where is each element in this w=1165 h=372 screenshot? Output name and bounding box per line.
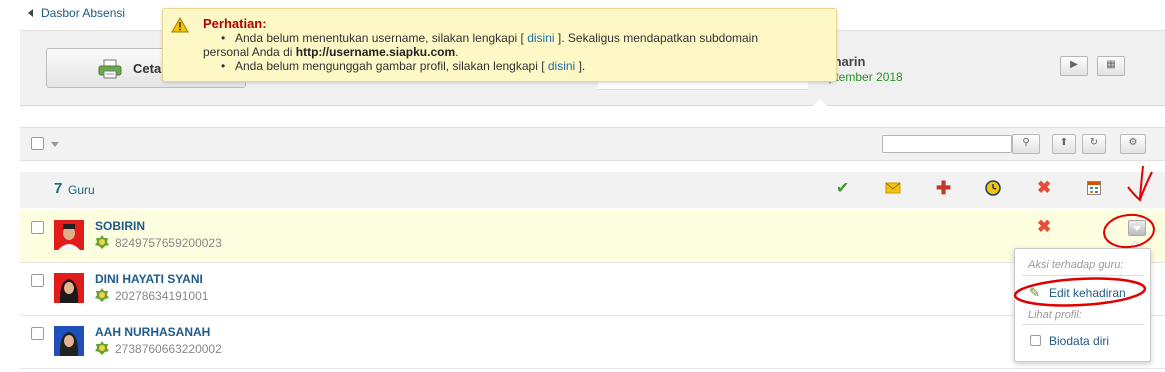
ministry-badge-icon [95,235,109,249]
menu-divider [1022,324,1144,325]
menu-item-edit-attendance[interactable]: Edit kehadiran [1049,286,1126,300]
sort-up-button[interactable]: ⬆ [1052,134,1076,154]
select-all-checkbox[interactable] [31,137,44,150]
teacher-count: 7 [54,180,63,197]
printer-icon [98,59,122,79]
calendar-button[interactable]: ▦ [1097,56,1125,76]
search-button[interactable]: ⚲ [1012,134,1040,154]
username-link[interactable]: disini [527,31,554,45]
print-label: Ceta [133,61,162,76]
calendar-icon: ▦ [1106,59,1116,70]
refresh-button[interactable]: ↻ [1082,134,1106,154]
breadcrumb-label: Dasbor Absensi [41,6,126,20]
x-icon[interactable]: ✖ [1037,179,1051,196]
teacher-nip: 20278634191001 [115,289,209,303]
calendar-grid-icon[interactable] [1087,181,1101,199]
search-input[interactable] [882,135,1012,153]
select-menu-caret-icon[interactable] [51,142,59,147]
chevron-down-icon [1133,226,1141,231]
back-triangle-icon [28,9,33,17]
teacher-count-label: Guru [68,183,95,197]
avatar [54,220,84,250]
red-cross-icon[interactable]: ✚ [936,179,951,197]
row-checkbox[interactable] [31,327,44,340]
menu-divider [1022,275,1144,276]
menu-header-actions: Aksi terhadap guru: [1028,259,1124,271]
gear-icon: ⚙ [1128,137,1138,148]
envelope-icon[interactable] [885,181,901,199]
avatar [54,326,84,356]
alert-item-username-cont: personal Anda di http://username.siapku.… [203,45,459,59]
alert-title: Perhatian: [203,16,267,31]
ministry-badge-icon [95,288,109,302]
teacher-name[interactable]: DINI HAYATI SYANI [95,272,203,286]
warning-alert: Perhatian: • Anda belum menentukan userna… [162,8,837,82]
menu-pointer-fill [1129,242,1141,248]
date-pointer [812,99,828,107]
teacher-name[interactable]: AAH NURHASANAH [95,325,210,339]
row-checkbox[interactable] [31,274,44,287]
ministry-badge-icon [95,341,109,355]
settings-button[interactable]: ⚙ [1120,134,1146,154]
alert-item-profile: • Anda belum mengunggah gambar profil, si… [221,59,586,73]
teacher-name[interactable]: SOBIRIN [95,219,145,233]
next-day-button[interactable]: ▶ [1060,56,1088,76]
refresh-icon: ↻ [1089,137,1099,148]
search-icon: ⚲ [1022,137,1030,148]
teacher-nip: 8249757659200023 [115,236,222,250]
check-icon[interactable]: ✔ [836,181,849,197]
avatar [54,273,84,303]
clock-icon[interactable] [985,180,1001,200]
row-action-dropdown-button[interactable] [1128,220,1146,236]
row-checkbox[interactable] [31,221,44,234]
alert-body: • Anda belum menentukan username, silakan… [203,31,823,73]
arrow-up-icon: ⬆ [1059,137,1069,148]
breadcrumb[interactable]: Dasbor Absensi [28,6,125,20]
menu-header-profile: Lihat profil: [1028,309,1082,321]
subdomain-url: http://username.siapku.com [295,45,456,59]
profile-link[interactable]: disini [548,59,575,73]
teacher-nip: 2738760663220002 [115,342,222,356]
profile-icon [1030,335,1041,346]
alert-item-username: • Anda belum menentukan username, silakan… [221,31,759,45]
absent-x-icon[interactable]: ✖ [1037,218,1051,235]
play-icon: ▶ [1070,59,1078,70]
pencil-icon: ✎ [1029,285,1040,300]
menu-item-biodata[interactable]: Biodata diri [1049,334,1109,348]
warning-icon [171,17,189,33]
